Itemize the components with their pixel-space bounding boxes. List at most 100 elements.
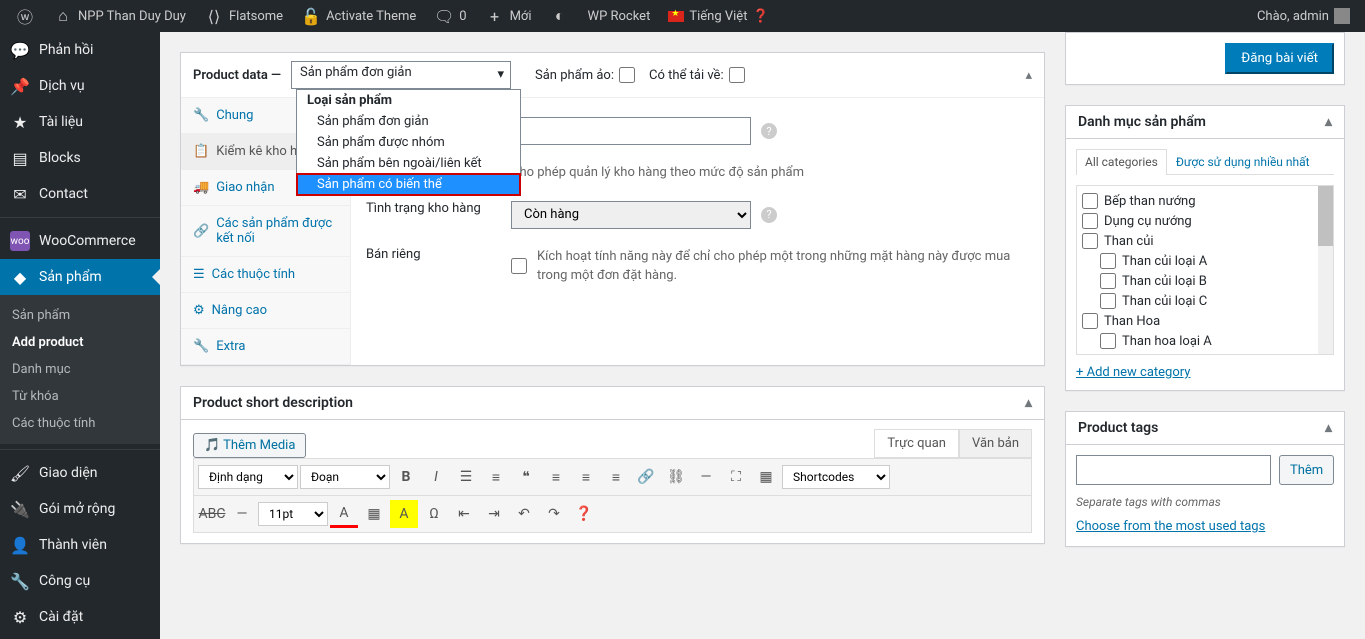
menu-products[interactable]: ◆Sản phẩm xyxy=(0,259,160,295)
paragraph-select[interactable]: Đoạn xyxy=(300,465,390,489)
stock-status-label: Tình trạng kho hàng xyxy=(366,201,511,216)
redo-icon[interactable]: ↷ xyxy=(540,500,568,528)
menu-woocommerce[interactable]: wooWooCommerce xyxy=(0,223,160,259)
add-new-category-link[interactable]: + Add new category xyxy=(1076,365,1190,380)
wp-rocket[interactable]: WP Rocket xyxy=(581,9,658,24)
menu-services[interactable]: 📌Dịch vụ xyxy=(0,68,160,104)
align-center-icon[interactable]: ≡ xyxy=(572,463,600,491)
dd-grouped[interactable]: Sản phẩm được nhóm xyxy=(297,132,520,153)
number-list-icon[interactable]: ≡ xyxy=(482,463,510,491)
sku-input[interactable] xyxy=(511,117,751,145)
menu-users[interactable]: 👤Thành viên xyxy=(0,527,160,563)
menu-blocks[interactable]: ▤Blocks xyxy=(0,140,160,176)
wp-logo[interactable]: ⓦ xyxy=(8,6,42,26)
outdent-icon[interactable]: ⇤ xyxy=(450,500,478,528)
sold-individually-checkbox[interactable] xyxy=(511,258,527,274)
downloadable-option[interactable]: Có thể tải về: xyxy=(649,67,745,83)
indent-icon[interactable]: ⇥ xyxy=(480,500,508,528)
user-greeting[interactable]: Chào, admin xyxy=(1250,8,1357,24)
unlink-icon[interactable]: ⛓ xyxy=(662,463,690,491)
dd-external[interactable]: Sản phẩm bên ngoài/liên kết xyxy=(297,153,520,174)
help-icon[interactable]: ❓ xyxy=(570,500,598,528)
dd-simple[interactable]: Sản phẩm đơn giản xyxy=(297,111,520,132)
add-media-button[interactable]: 🎵 Thêm Media xyxy=(193,433,306,458)
gear-icon: ⚙ xyxy=(193,303,205,318)
undo-icon[interactable]: ↶ xyxy=(510,500,538,528)
menu-resources[interactable]: ★Tài liệu xyxy=(0,104,160,140)
specialchar-icon[interactable]: Ω xyxy=(420,500,448,528)
cat-item[interactable]: Than củi loại B xyxy=(1082,271,1328,291)
comments-link[interactable]: 🗨0 xyxy=(427,6,473,26)
hr-icon[interactable]: — xyxy=(228,500,256,528)
tab-linked[interactable]: 🔗Các sản phẩm được kết nối xyxy=(181,206,350,257)
dd-variable[interactable]: Sản phẩm có biến thể xyxy=(297,174,520,195)
submenu-categories[interactable]: Danh mục xyxy=(0,356,160,383)
cat-item[interactable]: Than củi loại C xyxy=(1082,291,1328,311)
cat-item[interactable]: Than củi loại A xyxy=(1082,251,1328,271)
theme-link[interactable]: ⟨⟩Flatsome xyxy=(197,6,290,26)
stock-status-select[interactable]: Còn hàng xyxy=(511,201,751,229)
menu-feedback[interactable]: 💬Phản hồi xyxy=(0,32,160,68)
menu-tools[interactable]: 🔧Công cụ xyxy=(0,563,160,599)
format-select[interactable]: Định dạng xyxy=(198,465,298,489)
choose-tags-link[interactable]: Choose from the most used tags xyxy=(1076,519,1265,534)
tab-attributes[interactable]: ☰Các thuộc tính xyxy=(181,257,350,293)
tag-input[interactable] xyxy=(1076,455,1271,485)
align-left-icon[interactable]: ≡ xyxy=(542,463,570,491)
product-type-select[interactable]: Sản phẩm đơn giản ▾ xyxy=(291,61,511,89)
scrollbar[interactable] xyxy=(1318,186,1333,354)
help-icon[interactable]: ? xyxy=(761,207,777,223)
cat-item[interactable]: Bếp than nướng xyxy=(1082,191,1328,211)
submenu-add-product[interactable]: Add product xyxy=(0,329,160,356)
fontsize-select[interactable]: 11pt xyxy=(258,502,328,526)
cat-item[interactable]: Than hoa loại A xyxy=(1082,331,1328,351)
italic-icon[interactable]: I xyxy=(422,463,450,491)
cat-item[interactable]: Than củi xyxy=(1082,231,1328,251)
quote-icon[interactable]: ❝ xyxy=(512,463,540,491)
shortcodes-select[interactable]: Shortcodes xyxy=(782,465,890,489)
help-icon[interactable]: ? xyxy=(761,123,777,139)
add-tag-button[interactable]: Thêm xyxy=(1279,455,1334,485)
toggle-indicator-icon[interactable]: ▴ xyxy=(1325,420,1332,436)
flag-icon xyxy=(668,11,684,22)
seo-indicator[interactable]: ◐ xyxy=(543,6,577,26)
textcolor-icon[interactable]: A xyxy=(330,500,358,528)
toolbar-toggle-icon[interactable]: ▦ xyxy=(752,463,780,491)
toggle-indicator-icon[interactable]: ▴ xyxy=(1325,114,1332,130)
site-link[interactable]: ⌂NPP Than Duy Duy xyxy=(46,6,193,26)
tab-extra[interactable]: 🔧Extra xyxy=(181,329,350,365)
toggle-indicator-icon[interactable]: ▴ xyxy=(1025,68,1032,83)
dropdown-group-label: Loại sản phẩm xyxy=(297,90,520,111)
editor-toolbar-2: ABC — 11pt A ▦ A Ω ⇤ ⇥ ↶ ↷ ❓ xyxy=(193,496,1032,533)
tab-advanced[interactable]: ⚙Nâng cao xyxy=(181,293,350,329)
virtual-option[interactable]: Sản phẩm ảo: xyxy=(535,67,635,83)
activate-theme[interactable]: 🔓Activate Theme xyxy=(294,6,423,26)
fullscreen-icon[interactable]: ⛶ xyxy=(722,463,750,491)
language-switch[interactable]: Tiếng Việt❓ xyxy=(661,9,775,24)
tab-most-used[interactable]: Được sử dụng nhiều nhất xyxy=(1167,149,1319,174)
text-tab[interactable]: Văn bản xyxy=(959,429,1032,457)
menu-appearance[interactable]: 🖌Giao diện xyxy=(0,455,160,491)
truck-icon: 🚚 xyxy=(193,180,209,195)
new-link[interactable]: +Mới xyxy=(478,6,539,26)
strikethrough-icon[interactable]: ABC xyxy=(198,500,226,528)
readmore-icon[interactable]: — xyxy=(692,463,720,491)
cat-item[interactable]: Than Hoa xyxy=(1082,311,1328,331)
submenu-products-all[interactable]: Sản phẩm xyxy=(0,302,160,329)
toggle-indicator-icon[interactable]: ▴ xyxy=(1025,395,1032,411)
bullet-list-icon[interactable]: ☰ xyxy=(452,463,480,491)
table-icon[interactable]: ▦ xyxy=(360,500,388,528)
visual-tab[interactable]: Trực quan xyxy=(874,429,959,457)
menu-contact[interactable]: ✉Contact xyxy=(0,176,160,212)
menu-plugins[interactable]: 🔌Gói mở rộng xyxy=(0,491,160,527)
link-icon[interactable]: 🔗 xyxy=(632,463,660,491)
tab-all-categories[interactable]: All categories xyxy=(1076,149,1167,175)
publish-button[interactable]: Đăng bài viết xyxy=(1225,43,1334,74)
submenu-tags[interactable]: Từ khóa xyxy=(0,383,160,410)
menu-settings[interactable]: ⚙Cài đặt xyxy=(0,599,160,635)
align-right-icon[interactable]: ≡ xyxy=(602,463,630,491)
cat-item[interactable]: Dụng cụ nướng xyxy=(1082,211,1328,231)
submenu-attributes[interactable]: Các thuộc tính xyxy=(0,410,160,437)
bold-icon[interactable]: B xyxy=(392,463,420,491)
bgcolor-icon[interactable]: A xyxy=(390,500,418,528)
